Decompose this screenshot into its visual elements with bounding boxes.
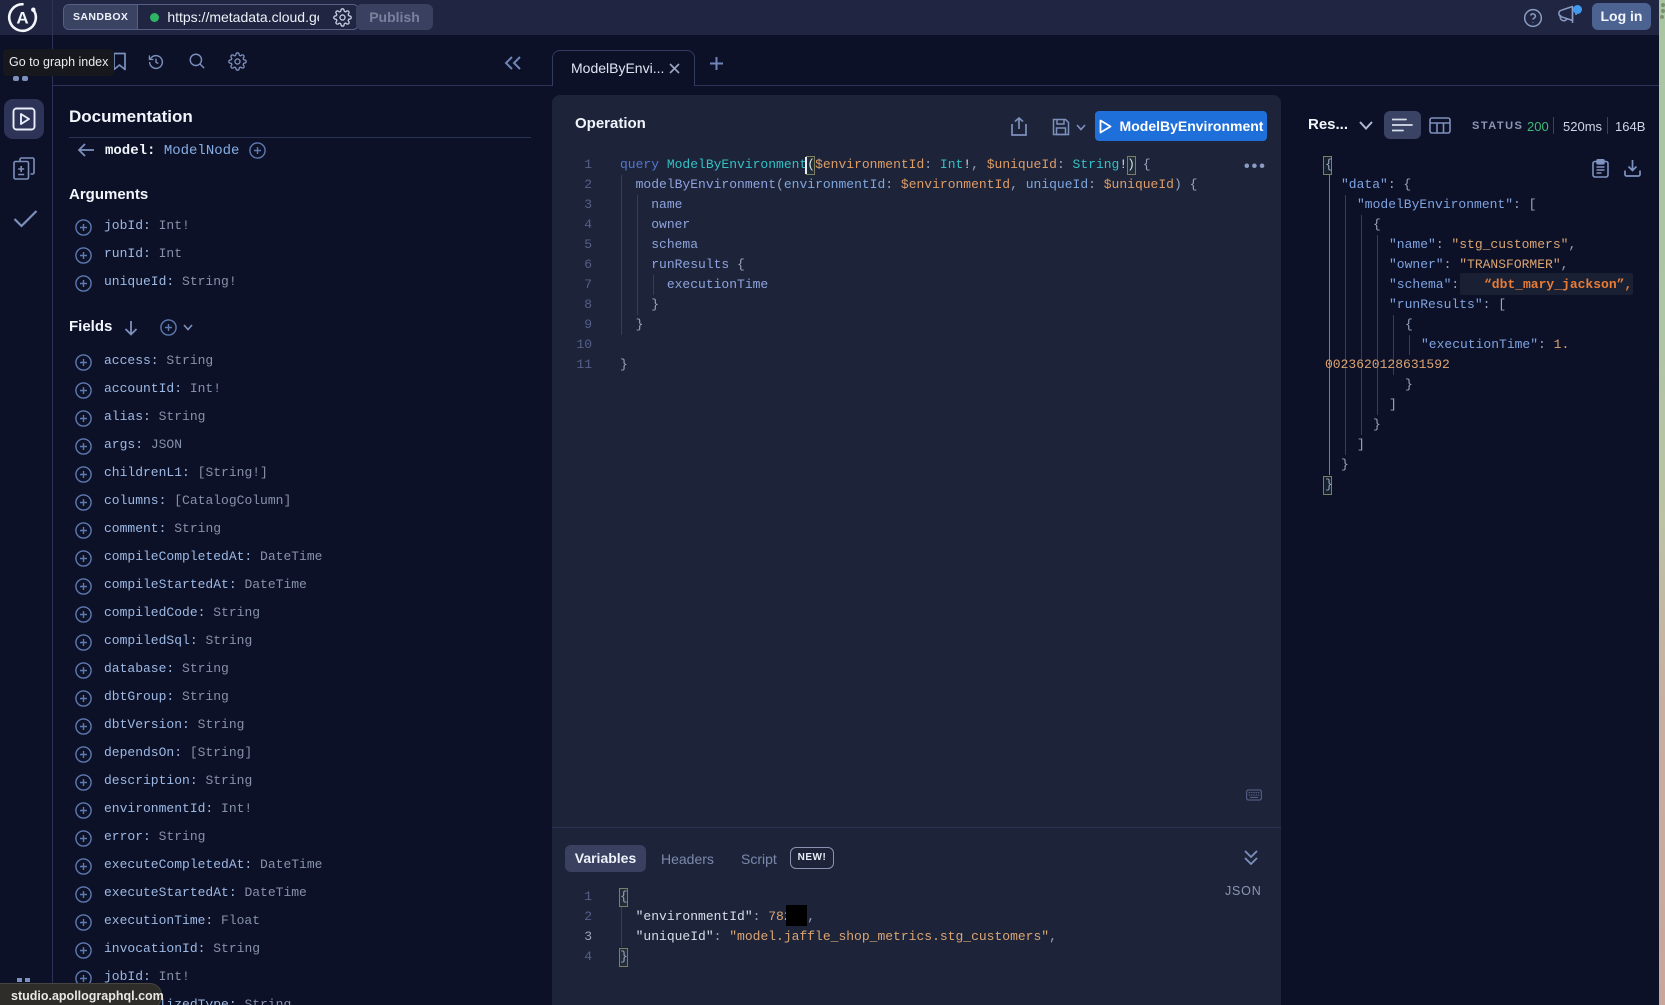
- svg-text:A: A: [16, 9, 28, 28]
